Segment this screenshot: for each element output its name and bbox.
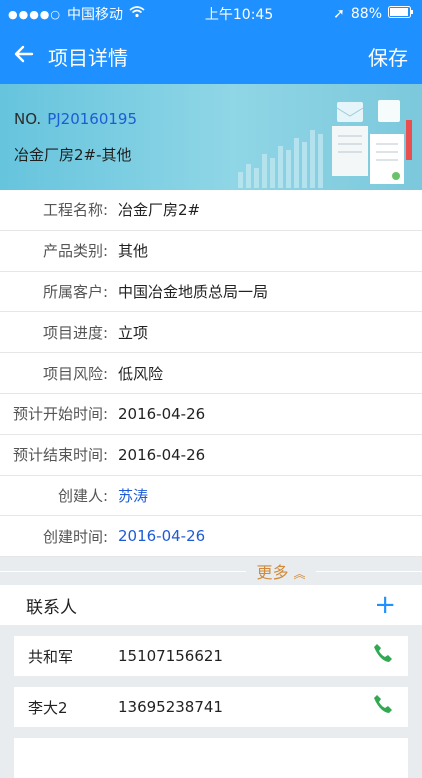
add-contact-icon[interactable]: + (374, 592, 396, 618)
creator-link[interactable]: 苏涛 (118, 485, 148, 506)
status-bar: ●●●●○ 中国移动 上午10:45 ➚ 88% (0, 0, 422, 28)
field-row-progress: 项目进度: 立项 (0, 312, 422, 354)
contact-item[interactable]: 李大2 13695238741 (14, 687, 408, 728)
field-value: 中国冶金地质总局一局 (118, 282, 269, 301)
battery-percent: 88% (350, 6, 382, 22)
contact-name: 共和军 (28, 647, 74, 666)
field-value: 立项 (118, 323, 149, 342)
contact-item-partial[interactable] (14, 738, 408, 778)
document-illustration-icon (238, 100, 412, 188)
created-time-value: 2016-04-26 (118, 527, 206, 546)
field-row-start-date: 预计开始时间: 2016-04-26 (0, 394, 422, 435)
field-label: 产品类别: (42, 242, 108, 261)
carrier-label: 中国移动 (67, 7, 123, 23)
signal-icon: ●●●●○ (8, 7, 61, 21)
contacts-header: 联系人 + (0, 585, 422, 626)
project-number-value: PJ20160195 (47, 110, 138, 128)
location-icon: ➚ (333, 6, 345, 22)
field-label: 工程名称: (42, 201, 108, 220)
field-value: 2016-04-26 (118, 404, 206, 423)
field-row-creator: 创建人: 苏涛 (0, 476, 422, 517)
field-row-created-time: 创建时间: 2016-04-26 (0, 516, 422, 558)
field-label: 项目风险: (42, 364, 108, 383)
project-fields: 工程名称: 冶金厂房2# 产品类别: 其他 所属客户: 中国冶金地质总局一局 项… (0, 190, 422, 558)
back-arrow-icon[interactable] (14, 45, 34, 67)
field-row-customer: 所属客户: 中国冶金地质总局一局 (0, 272, 422, 313)
field-label: 创建时间: (42, 527, 108, 546)
more-label: 更多 (256, 563, 289, 583)
contact-name: 李大2 (28, 698, 68, 717)
field-label: 项目进度: (42, 323, 108, 342)
contact-phone: 15107156621 (118, 647, 223, 666)
field-label: 预计结束时间: (12, 446, 108, 465)
field-label: 创建人: (57, 486, 108, 505)
project-header: NO. PJ20160195 冶金厂房2#-其他 (0, 84, 422, 190)
save-button[interactable]: 保存 (368, 42, 408, 71)
wifi-icon (129, 6, 145, 22)
clock: 上午10:45 (204, 7, 274, 23)
field-value: 其他 (118, 242, 149, 261)
field-value: 冶金厂房2# (118, 201, 201, 220)
battery-icon (388, 6, 414, 22)
phone-call-icon[interactable] (372, 693, 394, 721)
project-number-label: NO. (14, 110, 42, 128)
contact-item[interactable]: 共和军 15107156621 (14, 636, 408, 677)
page-title: 项目详情 (48, 45, 128, 70)
field-label: 预计开始时间: (12, 405, 108, 424)
divider (0, 571, 422, 573)
more-toggle[interactable]: 更多 ︽ (0, 557, 422, 585)
field-label: 所属客户: (42, 282, 108, 301)
field-value: 低风险 (118, 364, 164, 383)
field-row-project-name: 工程名称: 冶金厂房2# (0, 190, 422, 231)
field-row-product-category: 产品类别: 其他 (0, 231, 422, 272)
field-row-risk: 项目风险: 低风险 (0, 353, 422, 394)
chevron-up-icon: ︽ (293, 567, 306, 582)
contacts-title: 联系人 (26, 597, 77, 618)
field-row-end-date: 预计结束时间: 2016-04-26 (0, 435, 422, 476)
field-value: 2016-04-26 (118, 445, 206, 464)
nav-bar: 项目详情 保存 (0, 28, 422, 84)
contact-phone: 13695238741 (118, 698, 223, 717)
phone-call-icon[interactable] (372, 642, 394, 670)
more-button[interactable]: 更多 ︽ (246, 559, 316, 584)
